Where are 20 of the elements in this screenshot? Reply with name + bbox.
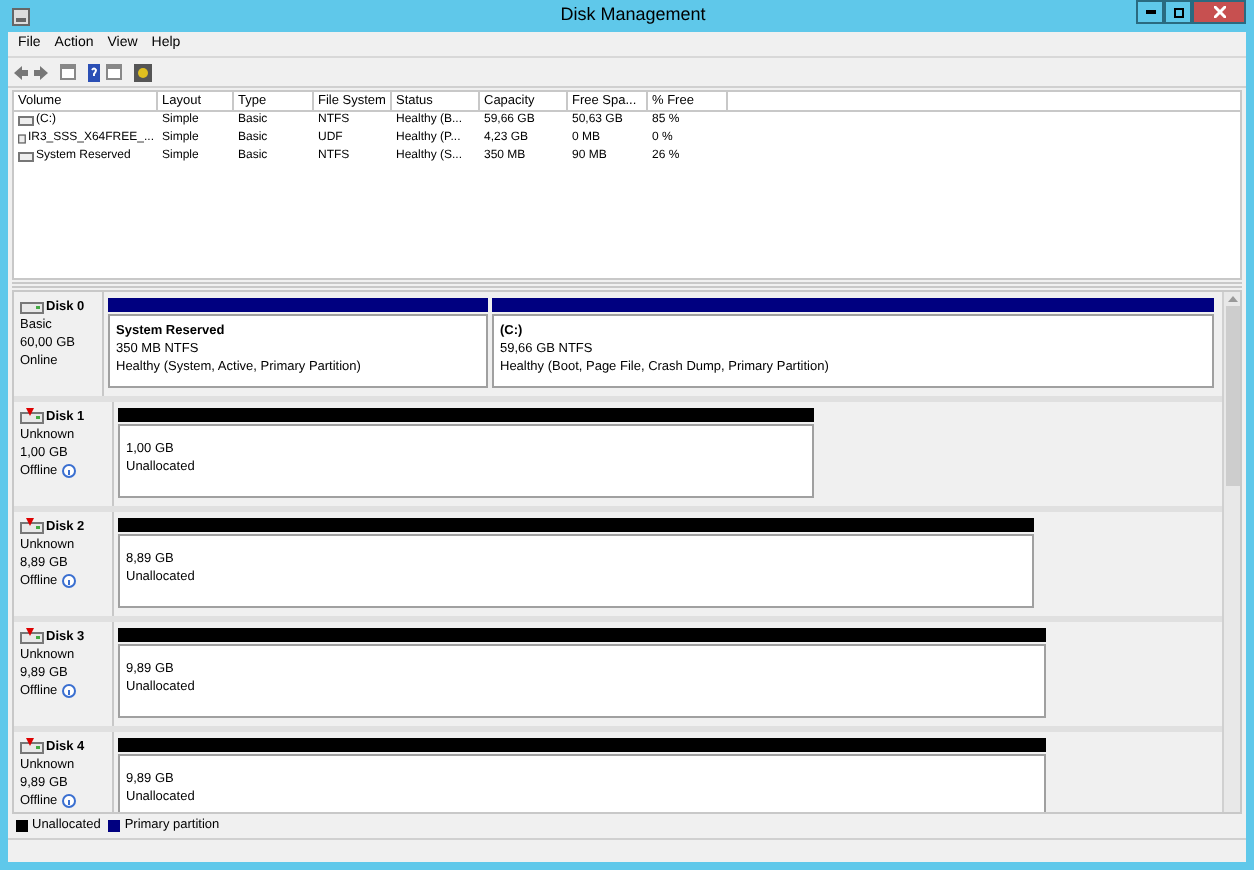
panel-icon[interactable]	[106, 64, 122, 80]
forward-arrow-icon[interactable]	[34, 65, 48, 79]
help-icon[interactable]	[88, 63, 100, 81]
drive-icon	[18, 152, 34, 162]
info-icon	[61, 794, 76, 808]
panel-icon[interactable]	[60, 64, 76, 80]
window-title: Disk Management	[560, 2, 706, 29]
app-icon	[12, 7, 30, 25]
minimize-button[interactable]	[1136, 0, 1164, 24]
drive-icon	[18, 116, 34, 126]
info-icon	[61, 684, 76, 698]
info-icon	[61, 574, 76, 588]
properties-icon[interactable]	[134, 63, 152, 81]
scroll-up-icon[interactable]	[1227, 296, 1237, 302]
close-button[interactable]	[1192, 0, 1246, 24]
info-icon	[61, 464, 76, 478]
maximize-button[interactable]	[1164, 0, 1192, 24]
disc-drive-icon	[18, 132, 26, 146]
back-arrow-icon[interactable]	[14, 65, 28, 79]
close-icon	[1213, 6, 1225, 18]
